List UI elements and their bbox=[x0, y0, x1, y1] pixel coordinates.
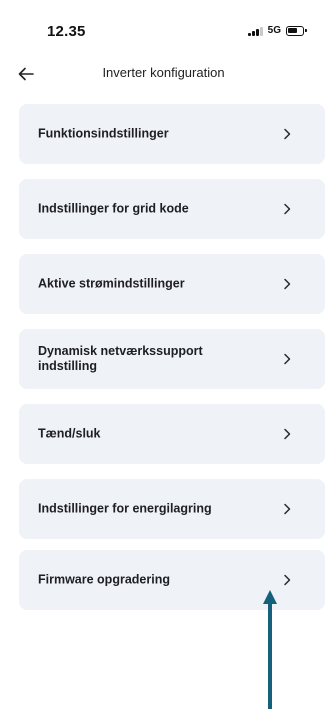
chevron-right-icon bbox=[284, 574, 291, 586]
page-title: Inverter konfiguration bbox=[102, 65, 225, 80]
status-bar: 12.35 5G bbox=[0, 0, 327, 66]
chevron-right-icon bbox=[284, 428, 291, 440]
menu-item-dynamic-grid-support[interactable]: Dynamisk netværkssupport indstilling bbox=[19, 329, 325, 389]
menu-item-function-settings[interactable]: Funktionsindstillinger bbox=[19, 104, 325, 164]
status-time: 12.35 bbox=[47, 23, 86, 40]
menu-item-label: Aktive strømindstillinger bbox=[38, 276, 185, 291]
chevron-right-icon bbox=[284, 203, 291, 215]
menu-item-label: Dynamisk netværkssupport indstilling bbox=[38, 344, 203, 373]
menu-item-energy-storage-settings[interactable]: Indstillinger for energilagring bbox=[19, 479, 325, 539]
battery-icon bbox=[286, 25, 307, 36]
menu-item-power-on-off[interactable]: Tænd/sluk bbox=[19, 404, 325, 464]
chevron-right-icon bbox=[284, 278, 291, 290]
menu-item-grid-code-settings[interactable]: Indstillinger for grid kode bbox=[19, 179, 325, 239]
menu-item-label: Indstillinger for energilagring bbox=[38, 501, 212, 516]
chevron-right-icon bbox=[284, 353, 291, 365]
menu-item-label: Firmware opgradering bbox=[38, 572, 170, 587]
chevron-right-icon bbox=[284, 503, 291, 515]
menu-item-label: Tænd/sluk bbox=[38, 426, 101, 441]
menu-item-label: Indstillinger for grid kode bbox=[38, 201, 189, 216]
menu-item-active-power-settings[interactable]: Aktive strømindstillinger bbox=[19, 254, 325, 314]
chevron-right-icon bbox=[284, 128, 291, 140]
menu-item-label: Funktionsindstillinger bbox=[38, 126, 169, 141]
signal-icon bbox=[248, 26, 263, 36]
status-icons: 5G bbox=[248, 25, 307, 36]
menu-item-firmware-upgrade[interactable]: Firmware opgradering bbox=[19, 550, 325, 610]
header: Inverter konfiguration bbox=[0, 58, 327, 90]
arrow-up-icon bbox=[263, 590, 277, 709]
network-label: 5G bbox=[267, 25, 281, 36]
